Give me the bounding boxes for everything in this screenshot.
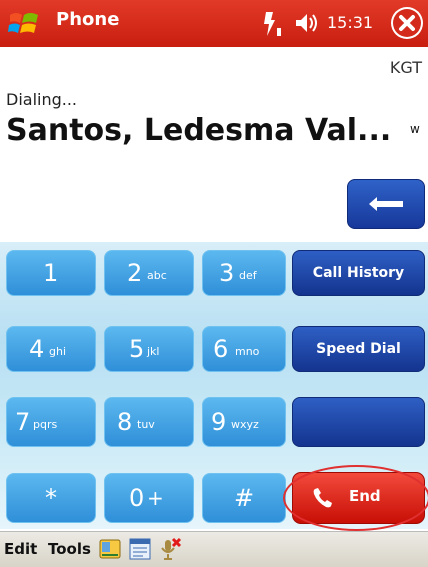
contact-name: Santos, Ledesma Val... bbox=[6, 113, 392, 148]
key-digit: 7 bbox=[15, 408, 31, 436]
key-4[interactable]: 4 ghi bbox=[6, 326, 96, 372]
key-digit: 2 bbox=[127, 259, 143, 287]
key-hash[interactable]: # bbox=[202, 473, 286, 523]
title-bar: Phone 15:31 bbox=[0, 0, 428, 47]
key-8[interactable]: 8 tuv bbox=[104, 397, 194, 447]
key-2[interactable]: 2 abc bbox=[104, 250, 194, 296]
key-digit: * bbox=[45, 484, 57, 512]
blank-function-button[interactable] bbox=[292, 397, 425, 447]
key-7[interactable]: 7 pqrs bbox=[6, 397, 96, 447]
key-digit: 1 bbox=[43, 259, 59, 287]
key-letters: jkl bbox=[147, 345, 160, 358]
phone-signal-icon[interactable] bbox=[263, 10, 285, 37]
speed-dial-button[interactable]: Speed Dial bbox=[292, 326, 425, 372]
key-letters: + bbox=[147, 486, 164, 510]
close-icon bbox=[393, 9, 421, 37]
key-letters: wxyz bbox=[231, 418, 259, 431]
key-0[interactable]: 0 + bbox=[104, 473, 194, 523]
windows-start-icon[interactable] bbox=[8, 9, 40, 39]
key-digit: 8 bbox=[117, 408, 133, 436]
menu-bar: Edit Tools bbox=[0, 531, 428, 567]
key-digit: 6 bbox=[213, 335, 229, 363]
key-letters: def bbox=[239, 269, 257, 282]
operator-name: KGT bbox=[389, 58, 422, 77]
clock[interactable]: 15:31 bbox=[327, 13, 373, 32]
highlight-ring bbox=[283, 465, 428, 531]
key-letters: abc bbox=[147, 269, 167, 282]
key-star[interactable]: * bbox=[6, 473, 96, 523]
key-letters: ghi bbox=[49, 345, 67, 358]
key-digit: 4 bbox=[29, 335, 45, 363]
call-status: Dialing... bbox=[6, 90, 78, 109]
key-digit: # bbox=[234, 484, 255, 512]
backspace-arrow-icon bbox=[369, 197, 403, 211]
microphone-mute-icon[interactable] bbox=[158, 537, 182, 561]
close-button[interactable] bbox=[391, 7, 423, 39]
key-letters: pqrs bbox=[33, 418, 58, 431]
key-digit: 3 bbox=[219, 259, 235, 287]
key-digit: 0 bbox=[129, 484, 145, 512]
key-5[interactable]: 5 jkl bbox=[104, 326, 194, 372]
call-history-button[interactable]: Call History bbox=[292, 250, 425, 296]
backspace-button[interactable] bbox=[347, 179, 425, 229]
key-letters: mno bbox=[235, 345, 260, 358]
menu-edit[interactable]: Edit bbox=[4, 540, 37, 558]
volume-icon[interactable] bbox=[294, 12, 320, 34]
contacts-card-icon[interactable] bbox=[98, 537, 122, 561]
key-digit: 9 bbox=[211, 408, 227, 436]
key-letters: tuv bbox=[137, 418, 155, 431]
key-1[interactable]: 1 bbox=[6, 250, 96, 296]
menu-tools[interactable]: Tools bbox=[48, 540, 91, 558]
key-6[interactable]: 6 mno bbox=[202, 326, 286, 372]
contact-number-type: w bbox=[410, 122, 420, 136]
key-3[interactable]: 3 def bbox=[202, 250, 286, 296]
key-9[interactable]: 9 wxyz bbox=[202, 397, 286, 447]
key-digit: 5 bbox=[129, 335, 145, 363]
notes-icon[interactable] bbox=[128, 537, 152, 561]
app-title: Phone bbox=[56, 9, 120, 30]
